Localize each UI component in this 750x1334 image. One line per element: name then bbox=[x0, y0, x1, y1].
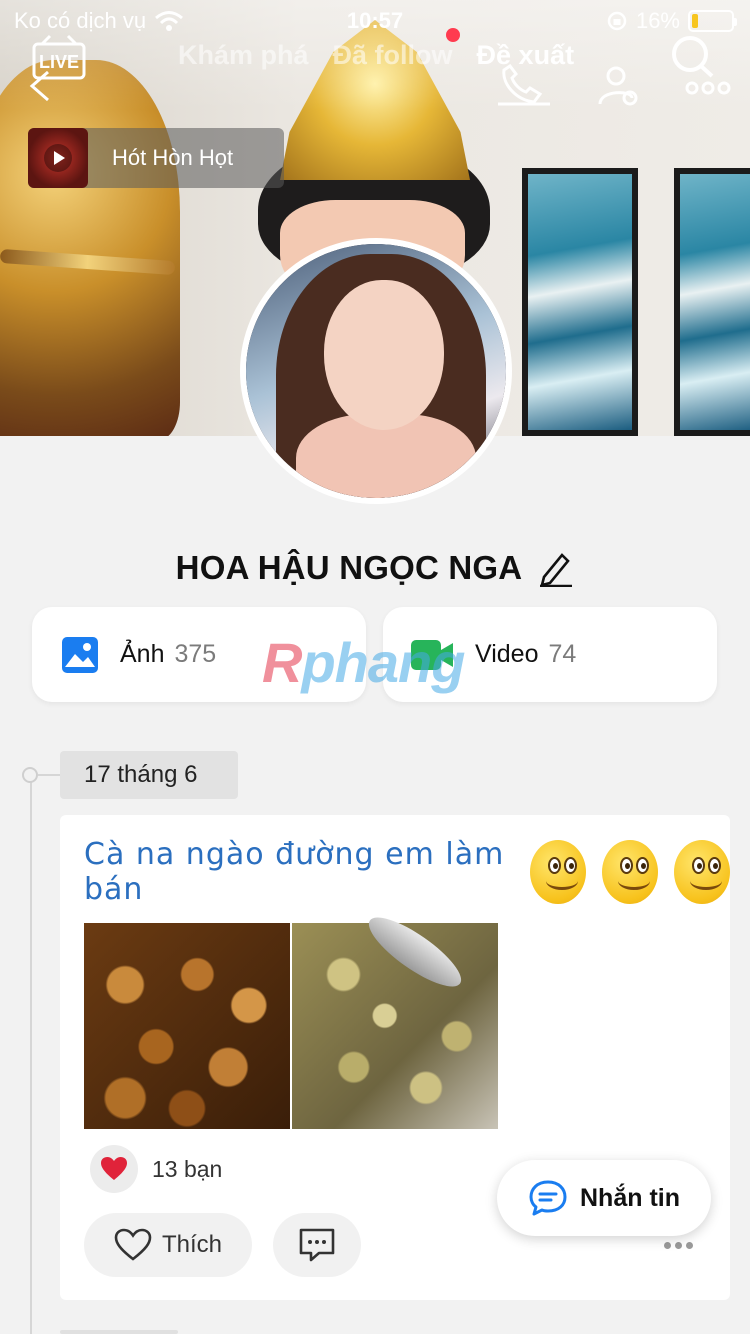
music-title: Hót Hòn Họt bbox=[112, 145, 234, 170]
photo-gallery-icon bbox=[62, 636, 98, 673]
message-button[interactable]: Nhắn tin bbox=[497, 1160, 711, 1236]
videos-count: 74 bbox=[548, 640, 577, 668]
comment-icon bbox=[299, 1228, 335, 1262]
next-post-peek bbox=[60, 1330, 178, 1334]
timeline-line bbox=[30, 775, 32, 1334]
smiley-emoji bbox=[601, 840, 658, 904]
tab-following[interactable]: Đã follow bbox=[333, 40, 453, 71]
heart-outline-icon bbox=[114, 1228, 152, 1261]
like-button[interactable]: Thích bbox=[84, 1213, 252, 1277]
post-photo-1[interactable] bbox=[84, 923, 290, 1129]
avatar-face bbox=[324, 280, 444, 430]
phone-icon[interactable] bbox=[496, 64, 552, 108]
live-label: LIVE bbox=[39, 52, 79, 72]
cover-painting-left bbox=[522, 168, 638, 436]
play-icon bbox=[44, 144, 72, 172]
watermark: Rphang bbox=[262, 630, 465, 695]
post-title: Cà na ngào đường em làm bán bbox=[84, 837, 505, 907]
watermark-text: phang bbox=[301, 631, 465, 694]
message-label: Nhắn tin bbox=[580, 1183, 680, 1212]
like-label: Thích bbox=[161, 1231, 223, 1258]
profile-name: HOA HẬU NGỌC NGA bbox=[175, 549, 523, 586]
timeline-connector bbox=[38, 774, 60, 776]
avatar[interactable] bbox=[240, 238, 512, 504]
timeline-node bbox=[22, 767, 38, 783]
user-settings-icon[interactable] bbox=[598, 64, 642, 108]
watermark-initial: R bbox=[262, 631, 302, 694]
smiley-emoji bbox=[673, 840, 730, 904]
post-more-icon[interactable] bbox=[664, 1237, 704, 1253]
heart-reaction-icon bbox=[90, 1145, 138, 1193]
reaction-count: 13 bạn bbox=[152, 1155, 223, 1182]
top-nav: LIVE Khám phá Đã follow Đề xuất bbox=[0, 28, 750, 110]
chat-bubble-icon bbox=[529, 1180, 567, 1216]
notification-dot bbox=[446, 28, 460, 42]
profile-name-row: HOA HẬU NGỌC NGA bbox=[0, 543, 750, 593]
orientation-lock-icon bbox=[607, 11, 627, 31]
cover-painting-right bbox=[674, 168, 750, 436]
cover-statue bbox=[0, 60, 180, 436]
edit-pencil-icon[interactable] bbox=[538, 549, 574, 587]
smiley-emoji bbox=[529, 840, 586, 904]
photos-count: 375 bbox=[174, 640, 217, 668]
search-more-icon[interactable] bbox=[666, 32, 732, 96]
battery-icon bbox=[688, 10, 737, 32]
music-thumbnail bbox=[28, 128, 88, 188]
back-icon[interactable] bbox=[28, 70, 52, 102]
photos-label: Ảnh bbox=[120, 640, 165, 668]
profile-music[interactable]: Hót Hòn Họt bbox=[28, 128, 284, 188]
timeline-date: 17 tháng 6 bbox=[60, 751, 238, 799]
post-title-row: Cà na ngào đường em làm bán bbox=[84, 837, 730, 907]
videos-label: Video bbox=[475, 640, 539, 668]
reactions-summary[interactable]: 13 bạn bbox=[90, 1145, 222, 1193]
tab-explore[interactable]: Khám phá bbox=[178, 40, 309, 71]
comment-button[interactable] bbox=[273, 1213, 361, 1277]
